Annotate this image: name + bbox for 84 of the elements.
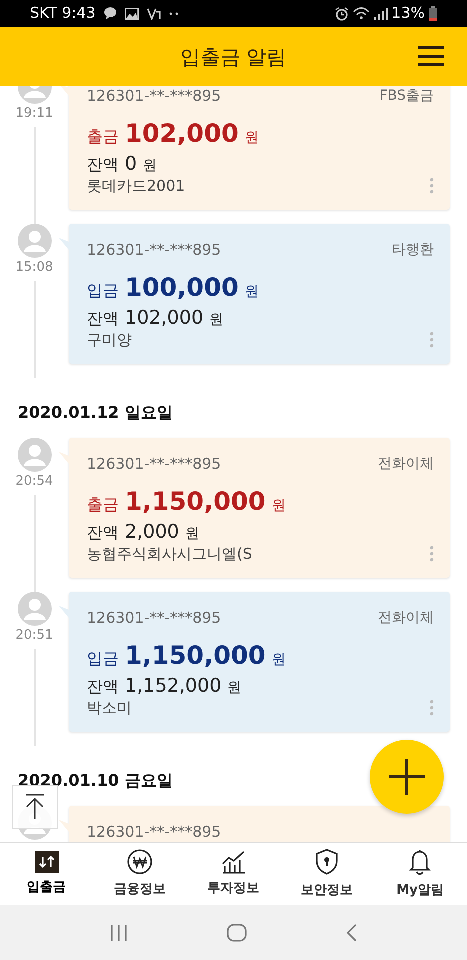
avatar-icon: [18, 438, 52, 472]
voicemail-icon: [146, 8, 161, 20]
arrow-up-icon: [25, 794, 45, 820]
wifi-icon: [352, 7, 370, 20]
amount-label: 입금: [87, 648, 119, 670]
account-number: 126301-**-***895: [87, 822, 222, 842]
currency-unit: 원: [244, 283, 259, 302]
battery-percent: 13%: [392, 3, 425, 24]
transaction-card[interactable]: 126301-**-***895 전화이체 출금 1,150,000 원 잔액 2,000 원 농협주식회사시그니엘(S: [69, 438, 450, 578]
memo: 롯데카드2001: [87, 176, 186, 197]
currency-unit: 원: [272, 651, 286, 670]
chart-icon: [220, 850, 247, 874]
amount: 1,150,000: [125, 486, 266, 518]
transaction-type: FBS출금: [380, 86, 434, 106]
time-label: 15:08: [16, 259, 54, 277]
transaction-card[interactable]: 126301-**-***895 FBS출금 출금 102,000 원 잔액 0 원 롯데카드2001: [69, 86, 450, 210]
shield-icon: [314, 848, 339, 876]
bell-icon: [408, 848, 432, 876]
menu-icon[interactable]: [418, 46, 444, 67]
transaction-card[interactable]: 126301-**-***895 타행환 입금 100,000 원 잔액 102,000 원 구미양: [69, 224, 450, 364]
time-label: 20:54: [16, 473, 54, 491]
amount-label: 출금: [87, 494, 119, 516]
avatar-icon: [18, 592, 52, 626]
currency-unit: 원: [185, 525, 200, 544]
memo: 구미양: [87, 330, 132, 351]
account-number: 126301-**-***895: [87, 454, 222, 475]
bubble-tail: [59, 820, 69, 832]
transfer-icon: [34, 850, 59, 873]
signal-icon: [374, 8, 388, 20]
battery-icon: [429, 6, 437, 21]
transaction-type: 전화이체: [378, 454, 434, 474]
memo: 박소미: [87, 698, 132, 719]
image-icon: [124, 8, 139, 20]
alarm-icon: [334, 6, 349, 20]
balance-label: 잔액: [87, 522, 119, 544]
amount: 1,150,000: [125, 640, 266, 672]
amount: 100,000: [125, 272, 239, 304]
nav-tab[interactable]: 금융정보: [93, 843, 187, 905]
time-label: 19:11: [16, 105, 54, 123]
carrier-time: SKT 9:43: [30, 3, 96, 24]
time-label: 20:51: [16, 627, 54, 645]
balance: 0: [125, 152, 138, 177]
nav-tab[interactable]: My알림: [374, 843, 467, 905]
chat-icon: [104, 7, 117, 20]
recent-apps-icon[interactable]: [110, 924, 128, 940]
nav-tab[interactable]: 투자정보: [186, 843, 280, 905]
transaction-type: 타행환: [392, 240, 434, 260]
nav-tab[interactable]: 보안정보: [280, 843, 374, 905]
won-icon: [127, 848, 154, 875]
account-number: 126301-**-***895: [87, 86, 222, 107]
more-notifications-icon: [168, 12, 179, 16]
back-icon[interactable]: [346, 924, 358, 942]
avatar-icon: [18, 224, 52, 258]
currency-unit: 원: [210, 311, 224, 330]
amount: 102,000: [125, 118, 239, 150]
account-number: 126301-**-***895: [87, 240, 222, 261]
amount-label: 출금: [87, 126, 119, 148]
bubble-tail: [59, 86, 69, 96]
account-number: 126301-**-***895: [87, 608, 222, 629]
balance-label: 잔액: [87, 154, 119, 176]
currency-unit: 원: [272, 497, 286, 516]
add-button[interactable]: [370, 740, 444, 814]
memo: 농협주식회사시그니엘(S: [87, 544, 252, 565]
plus-icon: [389, 759, 425, 795]
currency-unit: 원: [228, 679, 242, 698]
balance: 1,152,000: [125, 674, 222, 699]
balance-label: 잔액: [87, 676, 119, 698]
balance-label: 잔액: [87, 308, 119, 330]
transaction-type: 전화이체: [378, 608, 434, 628]
transaction-card[interactable]: 126301-**-***895: [69, 806, 450, 842]
header-title: 입출금 알림: [180, 44, 287, 70]
transaction-card[interactable]: 126301-**-***895 전화이체 입금 1,150,000 원 잔액 1,152,000 원 박소미: [69, 592, 450, 732]
bubble-tail: [59, 452, 69, 464]
bubble-tail: [59, 238, 69, 250]
nav-tab[interactable]: 입출금: [0, 843, 94, 905]
amount-label: 입금: [87, 280, 119, 302]
currency-unit: 원: [244, 129, 259, 148]
bubble-tail: [59, 606, 69, 618]
balance: 102,000: [125, 306, 204, 331]
balance: 2,000: [125, 520, 180, 545]
currency-unit: 원: [143, 157, 158, 176]
home-icon[interactable]: [226, 924, 246, 942]
date-heading: 2020.01.10 금요일: [18, 770, 173, 792]
date-heading: 2020.01.12 일요일: [18, 402, 173, 424]
